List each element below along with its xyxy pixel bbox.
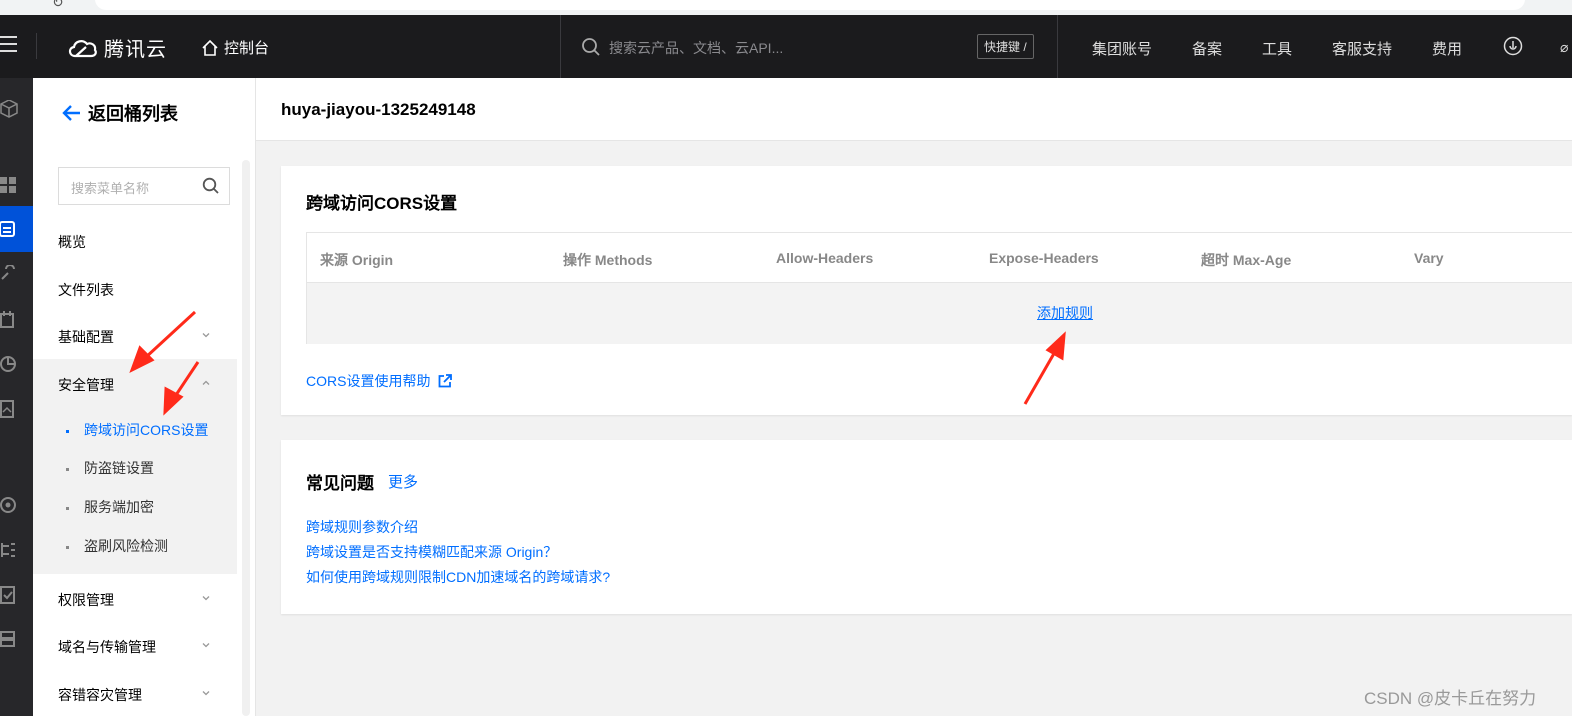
- column-expose-headers: Expose-Headers: [989, 250, 1099, 266]
- chevron-down-icon[interactable]: [200, 329, 212, 341]
- search-icon[interactable]: [202, 177, 220, 195]
- bullet: [66, 545, 69, 549]
- notification-icon[interactable]: [1503, 36, 1523, 56]
- external-link-icon: [439, 374, 453, 388]
- add-rule-link[interactable]: 添加规则: [1037, 303, 1093, 323]
- column-allow-headers: Allow-Headers: [776, 250, 874, 266]
- nav-billing[interactable]: 费用: [1432, 38, 1462, 59]
- search-input[interactable]: 搜索云产品、文档、云API...: [609, 38, 783, 58]
- arrow-left-icon: [62, 105, 80, 121]
- back-to-bucket-list[interactable]: 返回桶列表: [62, 100, 178, 126]
- calendar-icon[interactable]: [0, 311, 18, 329]
- faq-item[interactable]: 跨域设置是否支持模糊匹配来源 Origin？: [306, 542, 557, 562]
- cors-card: 跨域访问CORS设置 来源 Origin 操作 Methods Allow-He…: [281, 166, 1572, 415]
- dashboard-icon[interactable]: [0, 176, 18, 194]
- sidebar-subitem-encryption[interactable]: 服务端加密: [66, 497, 154, 517]
- database-icon[interactable]: [0, 630, 18, 648]
- sidebar-scrollbar[interactable]: [242, 160, 250, 716]
- bullet: [66, 429, 69, 433]
- subitem-label: 服务端加密: [84, 499, 154, 515]
- subitem-label: 跨域访问CORS设置: [84, 422, 209, 438]
- cors-help-link[interactable]: CORS设置使用帮助: [306, 371, 453, 391]
- cors-rules-table: 来源 Origin 操作 Methods Allow-Headers Expos…: [306, 232, 1572, 344]
- bucket-name: huya-jiayou-1325249148: [281, 100, 476, 119]
- refresh-icon[interactable]: ↻: [52, 0, 64, 11]
- console-link[interactable]: 控制台: [201, 37, 269, 58]
- hamburger-menu-icon[interactable]: [0, 36, 17, 54]
- sidebar-subitem-cors[interactable]: 跨域访问CORS设置: [66, 420, 208, 440]
- brand-name: 腾讯云: [104, 39, 167, 61]
- chevron-down-icon[interactable]: [200, 687, 212, 699]
- table-header: 来源 Origin 操作 Methods Allow-Headers Expos…: [307, 233, 1572, 283]
- tencent-cloud-logo[interactable]: 腾讯云: [66, 33, 167, 62]
- sidebar-subitem-hotlink[interactable]: 防盗链设置: [66, 458, 154, 478]
- nav-group-account[interactable]: 集团账号: [1092, 38, 1152, 59]
- global-search[interactable]: 搜索云产品、文档、云API... 快捷键 /: [560, 15, 1058, 78]
- browser-strip: ↻: [0, 0, 1572, 15]
- browser-address-bar[interactable]: [95, 0, 1525, 10]
- faq-item[interactable]: 跨域规则参数介绍: [306, 517, 418, 537]
- security-eye-icon[interactable]: [0, 496, 18, 514]
- sidebar-item-basic-config[interactable]: 基础配置: [58, 327, 114, 347]
- faq-title: 常见问题: [306, 474, 374, 493]
- bullet: [66, 506, 69, 510]
- sidebar-item-domain-transfer[interactable]: 域名与传输管理: [58, 637, 156, 657]
- shortcut-badge: 快捷键 /: [977, 34, 1034, 59]
- link-icon[interactable]: [0, 264, 18, 283]
- cors-title: 跨域访问CORS设置: [306, 194, 458, 213]
- flow-icon[interactable]: [0, 541, 18, 559]
- faq-more-link[interactable]: 更多: [388, 471, 418, 492]
- faq-card: 常见问题 更多 跨域规则参数介绍 跨域设置是否支持模糊匹配来源 Origin？ …: [281, 440, 1572, 614]
- cube-icon[interactable]: [0, 99, 18, 118]
- image-icon[interactable]: [0, 400, 18, 418]
- cos-storage-icon[interactable]: [0, 220, 18, 238]
- column-max-age: 超时 Max-Age: [1201, 252, 1292, 268]
- chevron-down-icon[interactable]: [200, 639, 212, 651]
- sidebar-item-file-list[interactable]: 文件列表: [58, 280, 114, 300]
- table-empty-body: 添加规则: [307, 283, 1572, 344]
- column-origin: 来源 Origin: [320, 252, 394, 268]
- sidebar-item-overview[interactable]: 概览: [58, 232, 86, 252]
- nav-tools[interactable]: 工具: [1262, 38, 1292, 59]
- sidebar-item-permissions[interactable]: 权限管理: [58, 590, 114, 610]
- faq-item[interactable]: 如何使用跨域规则限制CDN加速域名的跨域请求?: [306, 567, 610, 587]
- checklist-icon[interactable]: [0, 586, 18, 604]
- menu-search-input[interactable]: 搜索菜单名称: [58, 167, 230, 205]
- sidebar-item-disaster-recovery[interactable]: 容错容灾管理: [58, 685, 142, 705]
- chevron-down-icon[interactable]: [200, 592, 212, 604]
- nav-beian[interactable]: 备案: [1192, 38, 1222, 59]
- chevron-up-icon[interactable]: [200, 377, 212, 389]
- column-vary: Vary: [1414, 250, 1444, 266]
- search-icon: [582, 38, 600, 56]
- menu-search-placeholder: 搜索菜单名称: [71, 181, 150, 196]
- console-label: 控制台: [224, 40, 270, 57]
- subitem-label: 防盗链设置: [84, 460, 154, 476]
- column-methods: 操作 Methods: [563, 252, 653, 268]
- back-label: 返回桶列表: [88, 104, 178, 124]
- bullet: [66, 467, 69, 471]
- cloud-logo-icon: [68, 39, 97, 57]
- subitem-label: 盗刷风险检测: [84, 538, 168, 554]
- sidebar-item-security[interactable]: 安全管理: [58, 375, 114, 395]
- home-icon: [202, 39, 218, 56]
- sidebar-subitem-risk-detection[interactable]: 盗刷风险检测: [66, 536, 168, 556]
- top-navigation: 腾讯云 控制台 搜索云产品、文档、云API... 快捷键 / 集团账号 备案 工…: [0, 15, 1572, 78]
- product-rail: [0, 78, 33, 716]
- help-link-label: CORS设置使用帮助: [306, 373, 431, 389]
- user-menu-icon[interactable]: ⌀: [1560, 39, 1568, 56]
- watermark: CSDN @皮卡丘在努力: [1364, 689, 1537, 708]
- nav-support[interactable]: 客服支持: [1332, 38, 1392, 59]
- divider: [36, 33, 37, 59]
- page-header: huya-jiayou-1325249148: [256, 78, 1572, 141]
- pie-chart-icon[interactable]: [0, 355, 18, 373]
